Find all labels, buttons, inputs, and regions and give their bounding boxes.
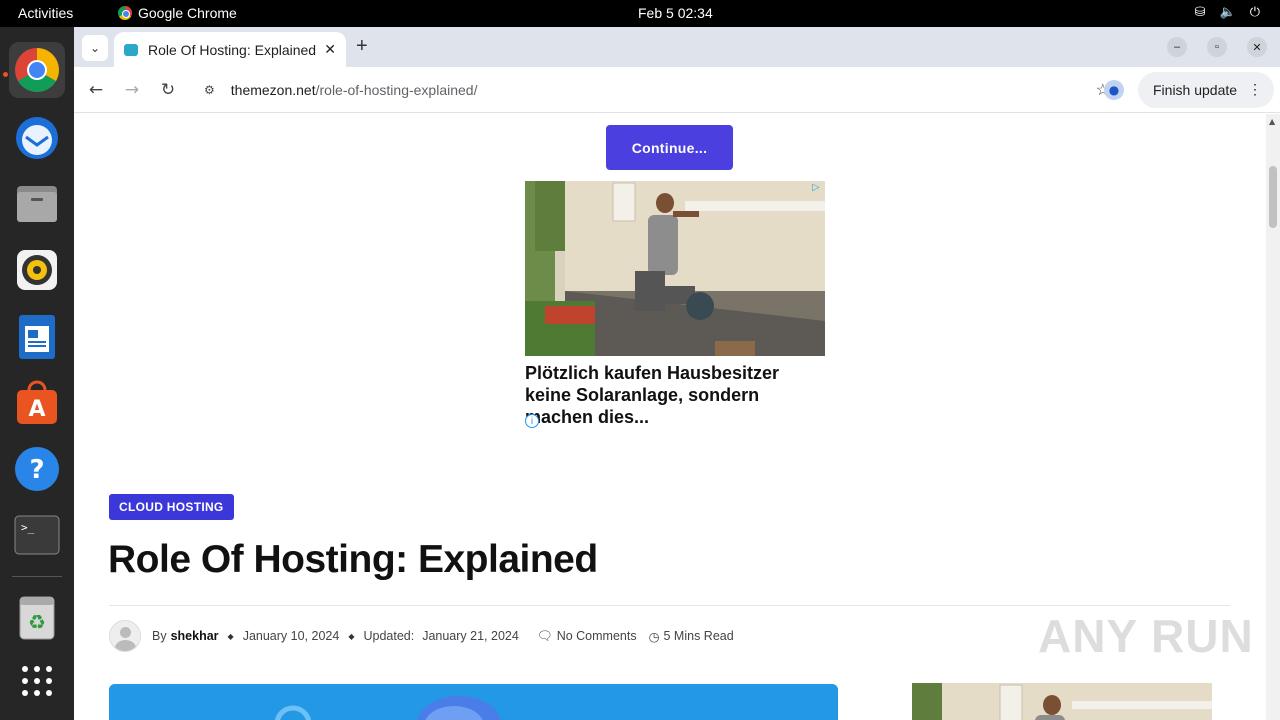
profile-avatar-icon[interactable]: ●	[1104, 80, 1124, 100]
author-avatar[interactable]	[109, 620, 141, 652]
reload-button[interactable]: ↻	[156, 78, 180, 102]
url-path: /role-of-hosting-explained/	[315, 82, 478, 98]
cloud-illustration	[109, 684, 838, 720]
post-title: Role Of Hosting: Explained	[108, 538, 598, 581]
chrome-icon	[15, 48, 59, 92]
by-label: By	[152, 629, 167, 643]
sidebar-ad-image[interactable]	[912, 683, 1212, 720]
speaker-icon	[17, 250, 57, 290]
svg-text:>_: >_	[21, 521, 35, 534]
dock-help[interactable]: ?	[9, 441, 65, 497]
help-icon: ?	[15, 447, 59, 491]
finish-update-label: Finish update	[1153, 82, 1238, 98]
dock-trash[interactable]: ♻	[9, 589, 65, 645]
bullet-separator: ◆	[348, 631, 355, 641]
site-info-icon[interactable]: ⚙	[204, 83, 215, 97]
ad-choices-icon[interactable]: ▷	[812, 182, 824, 194]
clock[interactable]: Feb 5 02:34	[638, 5, 713, 21]
tab-strip: ⌄ Role Of Hosting: Explained ✕ + – ▫ ✕	[74, 27, 1280, 67]
category-badge[interactable]: CLOUD HOSTING	[109, 494, 234, 520]
arrow-right-icon: →	[124, 80, 140, 100]
svg-text:?: ?	[29, 455, 44, 485]
svg-text:A: A	[28, 397, 45, 422]
dock-show-apps[interactable]	[9, 653, 65, 709]
ad-headline[interactable]: Plötzlich kaufen Hausbesitzer keine Sola…	[525, 362, 815, 428]
chevron-down-icon: ⌄	[89, 41, 101, 55]
read-time: ◷ 5 Mins Read	[649, 629, 734, 644]
comments-count: No Comments	[556, 629, 637, 643]
info-icon[interactable]: i	[525, 414, 539, 428]
dock-chrome[interactable]	[9, 42, 65, 98]
finish-update-button[interactable]: Finish update ⋮	[1138, 72, 1274, 108]
updated-date: January 21, 2024	[422, 629, 519, 643]
activities-button[interactable]: Activities	[18, 5, 73, 21]
minimize-button[interactable]: –	[1167, 37, 1187, 57]
document-icon	[19, 315, 55, 359]
thunderbird-icon	[16, 117, 58, 159]
page-content: Continue... ▷ Plötzlich kaufen Hausbesit…	[74, 114, 1266, 720]
app-store-icon: A	[17, 380, 57, 424]
post-meta: By shekhar ◆ January 10, 2024 ◆ Updated:…	[109, 620, 734, 652]
system-top-bar: Activities Google Chrome Feb 5 02:34 ⛁ 🔈…	[0, 0, 1280, 27]
dock-separator	[12, 576, 62, 577]
browser-toolbar: ← → ↻ ⚙ themezon.net/role-of-hosting-exp…	[74, 67, 1280, 113]
bullet-separator: ◆	[227, 631, 234, 641]
dock-files[interactable]	[9, 175, 65, 231]
reload-icon: ↻	[160, 80, 176, 100]
network-icon: ⛁	[1194, 4, 1206, 19]
close-window-button[interactable]: ✕	[1247, 37, 1267, 57]
ad-photo	[525, 181, 825, 356]
svg-text:♻: ♻	[28, 610, 46, 634]
updated-label: Updated:	[363, 629, 415, 643]
dock-thunderbird[interactable]	[9, 109, 65, 165]
terminal-icon: >_	[14, 515, 60, 555]
arrow-left-icon: ←	[88, 80, 104, 100]
ad-image[interactable]	[525, 181, 825, 356]
forward-button[interactable]: →	[120, 78, 144, 102]
published-date: January 10, 2024	[242, 629, 340, 643]
grid-icon	[22, 666, 52, 696]
menu-kebab-icon: ⋮	[1248, 81, 1262, 97]
address-bar[interactable]: ⚙ themezon.net/role-of-hosting-explained…	[192, 72, 1130, 108]
dock-app-center[interactable]: A	[9, 375, 65, 431]
watermark: ANY RUN	[1038, 610, 1254, 662]
comments-link[interactable]: 🗨 No Comments	[537, 629, 637, 644]
scroll-up-icon[interactable]: ▲	[1269, 117, 1275, 126]
dock-writer[interactable]	[9, 309, 65, 365]
divider	[109, 605, 1230, 606]
trash-icon: ♻	[19, 596, 55, 640]
dock-rhythmbox[interactable]	[9, 242, 65, 298]
tab-search-button[interactable]: ⌄	[82, 35, 108, 61]
url-domain: themezon.net	[230, 82, 316, 98]
app-name: Google Chrome	[138, 5, 237, 21]
read-time-label: 5 Mins Read	[663, 629, 734, 643]
dock-terminal[interactable]: >_	[9, 507, 65, 563]
chrome-icon	[118, 6, 132, 20]
back-button[interactable]: ←	[84, 78, 108, 102]
page-scrollbar[interactable]: ▲	[1266, 114, 1280, 720]
close-tab-icon[interactable]: ✕	[324, 41, 336, 58]
running-indicator	[3, 72, 8, 77]
favicon	[124, 43, 138, 56]
restore-button[interactable]: ▫	[1207, 37, 1227, 57]
author-link[interactable]: shekhar	[171, 629, 219, 643]
scrollbar-thumb[interactable]	[1269, 166, 1277, 228]
system-tray[interactable]: ⛁ 🔈 ⏻	[1195, 4, 1260, 20]
dock: A ? >_ ♻	[0, 27, 74, 720]
app-menu[interactable]: Google Chrome	[118, 5, 237, 21]
comment-icon: 🗨	[536, 628, 553, 643]
folder-icon	[17, 186, 57, 222]
power-icon: ⏻	[1249, 4, 1260, 19]
new-tab-button[interactable]: +	[356, 35, 368, 58]
volume-icon: 🔈	[1219, 4, 1236, 19]
tab-title: Role Of Hosting: Explained	[148, 41, 317, 58]
clock-icon: ◷	[648, 629, 660, 644]
featured-image[interactable]	[109, 684, 838, 720]
continue-button[interactable]: Continue...	[606, 125, 733, 170]
browser-window: ⌄ Role Of Hosting: Explained ✕ + – ▫ ✕ ←…	[74, 27, 1280, 720]
tab-active[interactable]: Role Of Hosting: Explained ✕	[114, 32, 346, 67]
ad-photo	[912, 683, 1212, 720]
